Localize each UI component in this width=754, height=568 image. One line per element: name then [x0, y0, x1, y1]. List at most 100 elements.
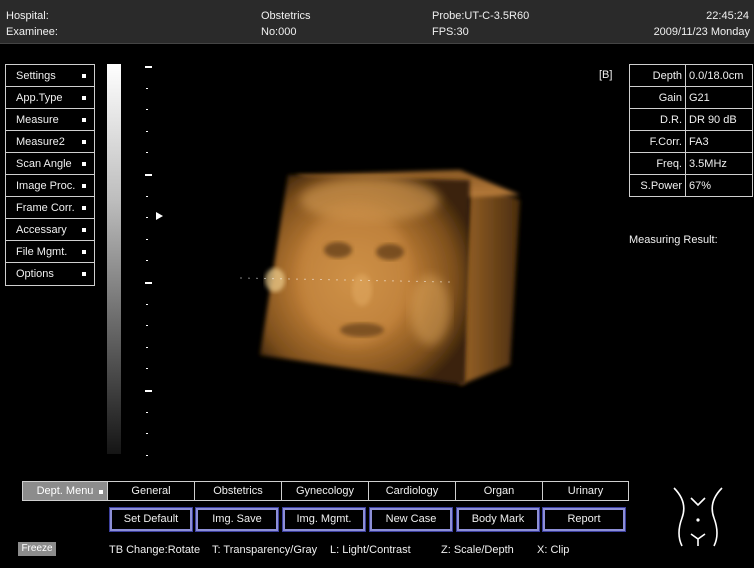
param-value: 0.0/18.0cm	[685, 64, 753, 87]
grayscale-bar	[107, 64, 121, 454]
left-menu: Settings App.Type Measure Measure2 Scan …	[5, 64, 95, 286]
ruler-major-tick	[145, 282, 152, 284]
tab-cardiology[interactable]: Cardiology	[369, 481, 456, 501]
submenu-marker-icon	[82, 118, 86, 122]
dept-tab-bar: Dept. Menu General Obstetrics Gynecology…	[22, 481, 629, 501]
ruler-minor-tick	[146, 238, 148, 240]
tab-dept-menu[interactable]: Dept. Menu	[22, 481, 108, 501]
menu-item-settings[interactable]: Settings	[6, 65, 94, 87]
menu-item-label: Options	[16, 268, 54, 280]
hint-trackball: TB Change:Rotate	[109, 544, 201, 556]
ruler-minor-tick	[146, 217, 148, 219]
menu-item-options[interactable]: Options	[6, 263, 94, 285]
tab-label: Urinary	[567, 485, 604, 497]
menu-item-scan-angle[interactable]: Scan Angle	[6, 153, 94, 175]
submenu-marker-icon	[82, 272, 86, 276]
eye-right	[376, 244, 404, 260]
ruler-minor-tick	[146, 130, 148, 132]
ruler-minor-tick	[146, 152, 148, 154]
hospital-label: Hospital:	[6, 10, 49, 22]
menu-item-app-type[interactable]: App.Type	[6, 87, 94, 109]
ruler-minor-tick	[146, 109, 148, 111]
ruler-minor-tick	[146, 87, 148, 89]
menu-item-measure2[interactable]: Measure2	[6, 131, 94, 153]
new-case-button[interactable]: New Case	[369, 507, 453, 532]
menu-item-image-proc[interactable]: Image Proc.	[6, 175, 94, 197]
tab-label: Obstetrics	[213, 485, 263, 497]
tab-urinary[interactable]: Urinary	[543, 481, 629, 501]
eye-left	[324, 242, 352, 258]
param-label: F.Corr.	[629, 130, 686, 153]
parameter-table: Depth 0.0/18.0cm Gain G21 D.R. DR 90 dB F.C…	[629, 64, 753, 197]
submenu-marker-icon	[82, 162, 86, 166]
ruler-minor-tick	[146, 195, 148, 197]
mouth	[340, 323, 384, 337]
param-row-depth: Depth 0.0/18.0cm	[629, 64, 753, 87]
submenu-marker-icon	[82, 74, 86, 78]
param-row-dr: D.R. DR 90 dB	[629, 108, 753, 131]
hint-light: L: Light/Contrast	[330, 544, 411, 556]
hint-scale: Z: Scale/Depth	[441, 544, 514, 556]
submenu-marker-icon	[82, 96, 86, 100]
set-default-button[interactable]: Set Default	[109, 507, 193, 532]
hand-highlight	[410, 275, 450, 345]
ruler-minor-tick	[146, 303, 148, 305]
menu-item-frame-corr[interactable]: Frame Corr.	[6, 197, 94, 219]
status-header: Hospital: Examinee: Obstetrics No:000 Pr…	[0, 0, 754, 44]
report-button[interactable]: Report	[542, 507, 626, 532]
tab-organ[interactable]: Organ	[456, 481, 543, 501]
param-value: G21	[685, 86, 753, 109]
freeze-button[interactable]: Freeze	[18, 542, 56, 556]
tab-label: General	[131, 485, 171, 497]
img-save-button[interactable]: Img. Save	[195, 507, 279, 532]
submenu-marker-icon	[82, 140, 86, 144]
fps-label: FPS:30	[432, 26, 469, 38]
examinee-label: Examinee:	[6, 26, 58, 38]
param-row-spower: S.Power 67%	[629, 174, 753, 197]
ruler-minor-tick	[146, 454, 148, 456]
patient-number: No:000	[261, 26, 297, 38]
nose	[352, 274, 372, 306]
param-row-freq: Freq. 3.5MHz	[629, 152, 753, 175]
focus-marker-icon[interactable]	[156, 212, 163, 220]
param-label: D.R.	[629, 108, 686, 131]
tab-general[interactable]: General	[108, 481, 195, 501]
param-row-gain: Gain G21	[629, 86, 753, 109]
clock-time: 22:45:24	[706, 10, 749, 22]
submenu-marker-icon	[82, 206, 86, 210]
submenu-marker-icon	[99, 490, 103, 494]
submenu-marker-icon	[82, 228, 86, 232]
measuring-result-label: Measuring Result:	[629, 234, 718, 246]
body-mark-button[interactable]: Body Mark	[456, 507, 540, 532]
depth-ruler	[140, 60, 160, 460]
ruler-minor-tick	[146, 368, 148, 370]
ruler-minor-tick	[146, 411, 148, 413]
submenu-marker-icon	[82, 250, 86, 254]
menu-item-label: Frame Corr.	[16, 202, 75, 214]
ruler-major-tick	[145, 66, 152, 68]
clock-date: 2009/11/23 Monday	[653, 26, 750, 38]
menu-item-label: App.Type	[16, 92, 63, 104]
img-mgmt-button[interactable]: Img. Mgmt.	[282, 507, 366, 532]
bright-spot	[265, 268, 285, 292]
menu-item-label: Accessary	[16, 224, 67, 236]
tab-label: Gynecology	[295, 485, 355, 497]
menu-item-measure[interactable]: Measure	[6, 109, 94, 131]
tab-obstetrics[interactable]: Obstetrics	[195, 481, 282, 501]
param-value: 67%	[685, 174, 753, 197]
menu-item-label: Measure2	[16, 136, 65, 148]
param-label: Gain	[629, 86, 686, 109]
tab-label: Dept. Menu	[36, 485, 94, 497]
body-mark-icon[interactable]	[668, 484, 728, 550]
ruler-minor-tick	[146, 433, 148, 435]
menu-item-file-mgmt[interactable]: File Mgmt.	[6, 241, 94, 263]
menu-item-label: Image Proc.	[16, 180, 76, 192]
param-label: Freq.	[629, 152, 686, 175]
tab-gynecology[interactable]: Gynecology	[282, 481, 369, 501]
menu-item-accessary[interactable]: Accessary	[6, 219, 94, 241]
param-value: FA3	[685, 130, 753, 153]
param-label: Depth	[629, 64, 686, 87]
hint-clip: X: Clip	[537, 544, 570, 556]
ultrasound-3d-render[interactable]	[220, 140, 560, 410]
ruler-minor-tick	[146, 325, 148, 327]
